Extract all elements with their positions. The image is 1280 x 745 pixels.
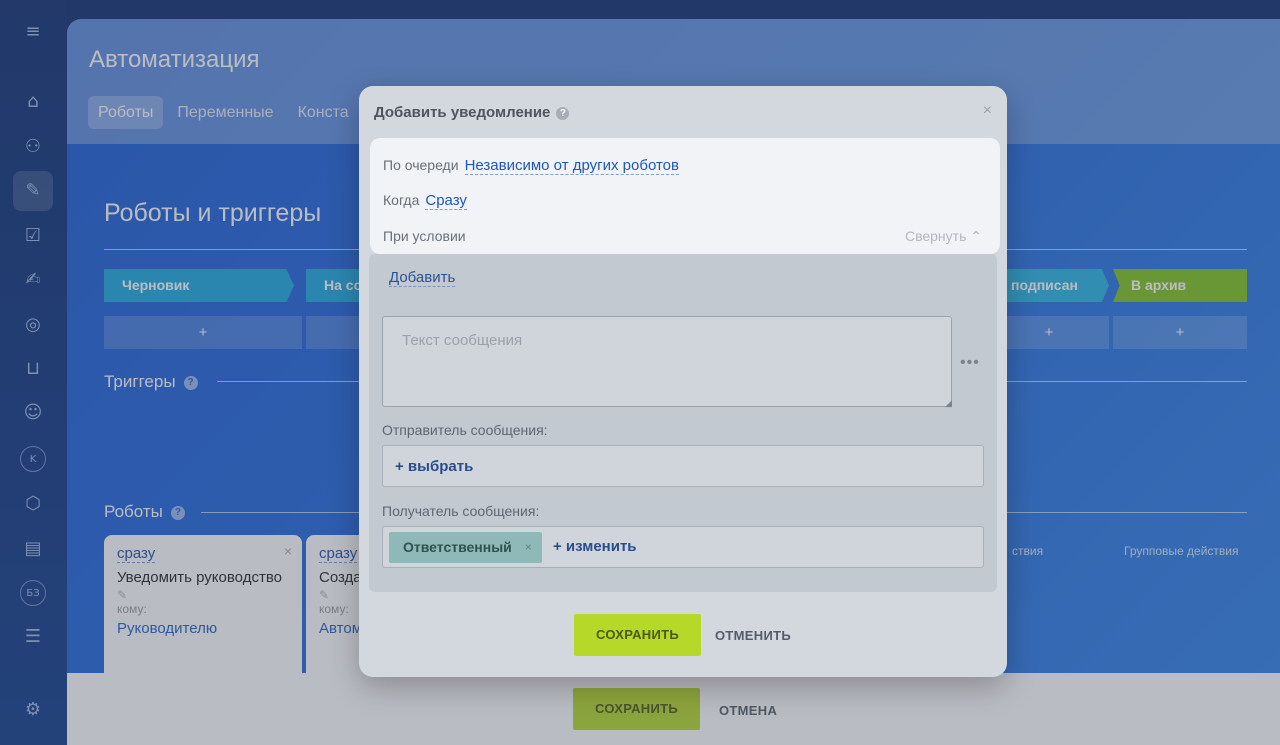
remove-icon[interactable]: × [525, 532, 532, 563]
dialog-cancel-button[interactable]: ОТМЕНИТЬ [715, 628, 791, 643]
sender-select-link[interactable]: + выбрать [395, 458, 473, 475]
chevron-up-icon: ⌃ [970, 228, 982, 244]
when-select-link[interactable]: Сразу [425, 192, 467, 210]
message-textarea[interactable]: Текст сообщения [382, 316, 952, 407]
dialog-title-text: Добавить уведомление [374, 104, 551, 121]
dialog-save-button[interactable]: СОХРАНИТЬ [574, 614, 701, 656]
more-icon[interactable]: ••• [960, 354, 980, 372]
recipient-chip: Ответственный × [389, 532, 542, 563]
robot-settings-panel: По очереди Независимо от других роботов К… [370, 138, 1000, 254]
recipient-field[interactable]: Ответственный × + изменить [382, 526, 984, 568]
resize-handle-icon[interactable]: ◢ [945, 398, 952, 409]
condition-label: При условии [383, 228, 466, 244]
dialog-title: Добавить уведомление? [374, 104, 570, 121]
order-label: По очереди [383, 157, 459, 173]
collapse-button[interactable]: Свернуть ⌃ [905, 228, 982, 245]
order-select-link[interactable]: Независимо от других роботов [464, 157, 679, 175]
recipient-change-link[interactable]: + изменить [553, 538, 637, 555]
dialog-body: Добавить Текст сообщения ◢ ••• Отправите… [369, 254, 997, 592]
help-icon[interactable]: ? [556, 106, 570, 120]
when-label: Когда [383, 192, 420, 208]
recipient-label: Получатель сообщения: [382, 503, 540, 519]
add-condition-link[interactable]: Добавить [389, 269, 456, 287]
when-row: Когда Сразу [383, 192, 467, 210]
sender-label: Отправитель сообщения: [382, 422, 548, 438]
order-row: По очереди Независимо от других роботов [383, 157, 679, 175]
recipient-chip-label: Ответственный [403, 539, 512, 555]
sender-field[interactable]: + выбрать [382, 445, 984, 487]
close-icon[interactable]: × [983, 102, 992, 120]
collapse-label: Свернуть [904, 228, 967, 244]
